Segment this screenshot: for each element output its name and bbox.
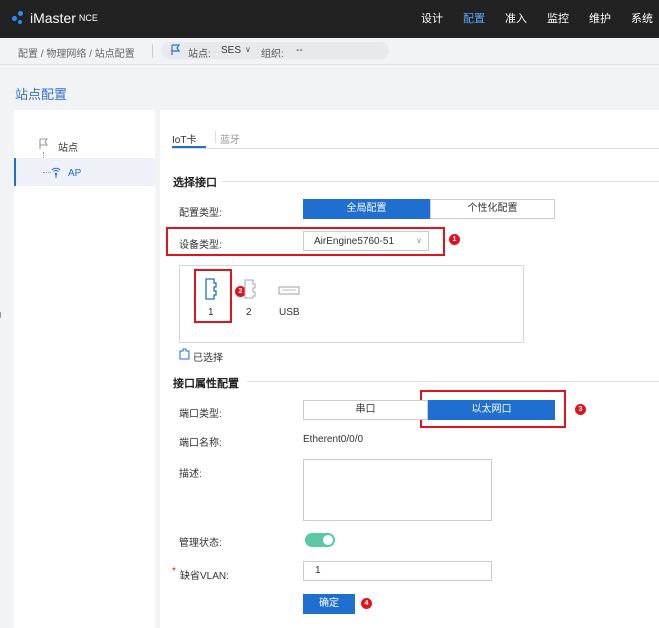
site-icon (39, 138, 49, 153)
menu-item-design[interactable]: 设计 (421, 0, 443, 38)
tab-iot-card[interactable]: IoT卡 (172, 131, 196, 146)
brand-logo[interactable]: iMaster NCE (12, 10, 98, 26)
port-type-ethernet-button[interactable]: 以太网口 (428, 400, 555, 420)
tree-node-ap[interactable] (14, 158, 155, 186)
port-type-serial-button[interactable]: 串口 (303, 400, 428, 420)
required-mark: * (172, 566, 176, 577)
tree-node-ap-label: AP (68, 168, 82, 179)
device-type-select[interactable]: AirEngine5760-51 ∨ (303, 231, 429, 251)
tree-node-site[interactable]: 站点 (58, 139, 78, 154)
menu-item-monitor[interactable]: 监控 (547, 0, 569, 38)
menu-item-access[interactable]: 准入 (505, 0, 527, 38)
device-type-label: 设备类型: (179, 240, 222, 251)
default-vlan-input[interactable]: 1 (303, 561, 492, 581)
description-textarea[interactable] (303, 459, 492, 521)
port-2-label: 2 (246, 307, 252, 318)
divider (152, 44, 153, 58)
section-title-interface: 选择接口 (173, 177, 217, 189)
callout-badge-4: 4 (361, 598, 372, 609)
port-selection-panel: 1 2 2 USB (179, 265, 524, 343)
config-type-label: 配置类型: (179, 208, 222, 219)
main-menu: 设计 配置 准入 监控 维护 系统 (401, 0, 653, 38)
port-name-value: Etherent0/0/0 (303, 434, 364, 445)
menu-item-config[interactable]: 配置 (463, 0, 485, 38)
selected-legend-icon (179, 348, 190, 363)
serial-port-icon[interactable] (204, 278, 218, 303)
site-label: 站点: (188, 49, 211, 60)
tab-divider (215, 131, 216, 143)
tab-bar-divider (172, 148, 659, 149)
breadcrumb-bar: 配置 / 物理网络 / 站点配置 站点: SES ∨ 组织: -- (0, 38, 659, 65)
site-tree-panel: 站点 AP (14, 110, 155, 628)
config-type-custom-button[interactable]: 个性化配置 (430, 199, 555, 219)
admin-status-label: 管理状态: (179, 538, 222, 549)
default-vlan-label: 缺省VLAN: (180, 571, 229, 582)
brand-logo-icon (12, 11, 26, 25)
config-type-global-button[interactable]: 全局配置 (303, 199, 430, 219)
usb-port-icon[interactable] (278, 286, 300, 299)
callout-badge-3: 3 (575, 404, 586, 415)
selected-legend-label: 已选择 (193, 353, 223, 364)
org-value[interactable]: -- (296, 45, 303, 56)
callout-badge-1: 1 (449, 234, 460, 245)
menu-item-maintenance[interactable]: 维护 (589, 0, 611, 38)
port-name-label: 端口名称: (179, 438, 222, 449)
wireless-ap-icon (50, 167, 62, 182)
chevron-down-icon: ∨ (416, 236, 422, 245)
port-type-label: 端口类型: (179, 409, 222, 420)
device-type-value: AirEngine5760-51 (314, 236, 395, 247)
chevron-down-icon[interactable]: ∨ (245, 45, 251, 54)
admin-status-toggle[interactable] (305, 533, 335, 547)
confirm-button[interactable]: 确定 (303, 594, 355, 614)
description-label: 描述: (179, 469, 202, 480)
org-label: 组织: (261, 49, 284, 60)
breadcrumb[interactable]: 配置 / 物理网络 / 站点配置 (18, 45, 135, 60)
port-2-icon[interactable] (243, 279, 257, 302)
section-divider (222, 181, 659, 182)
usb-port-label: USB (279, 307, 300, 318)
brand-name: iMaster (30, 10, 76, 26)
section-divider (247, 381, 659, 382)
default-vlan-value: 1 (315, 565, 321, 576)
brand-suffix: NCE (78, 13, 98, 23)
top-nav-bar: iMaster NCE 设计 配置 准入 监控 维护 系统 (0, 0, 659, 38)
toggle-knob (323, 535, 333, 545)
menu-item-system[interactable]: 系统 (631, 0, 653, 38)
site-flag-icon (171, 44, 181, 59)
collapse-handle[interactable] (0, 312, 4, 318)
site-value[interactable]: SES (221, 45, 241, 56)
site-selector[interactable]: 站点: SES ∨ 组织: -- (161, 42, 389, 60)
main-panel: IoT卡 蓝牙 选择接口 配置类型: 全局配置 个性化配置 设备类型: AirE… (160, 110, 659, 628)
section-title-port-attributes: 接口属性配置 (173, 378, 239, 390)
tab-bluetooth[interactable]: 蓝牙 (220, 131, 240, 146)
port-1-label: 1 (208, 307, 214, 318)
page-title: 站点配置 (15, 87, 68, 102)
